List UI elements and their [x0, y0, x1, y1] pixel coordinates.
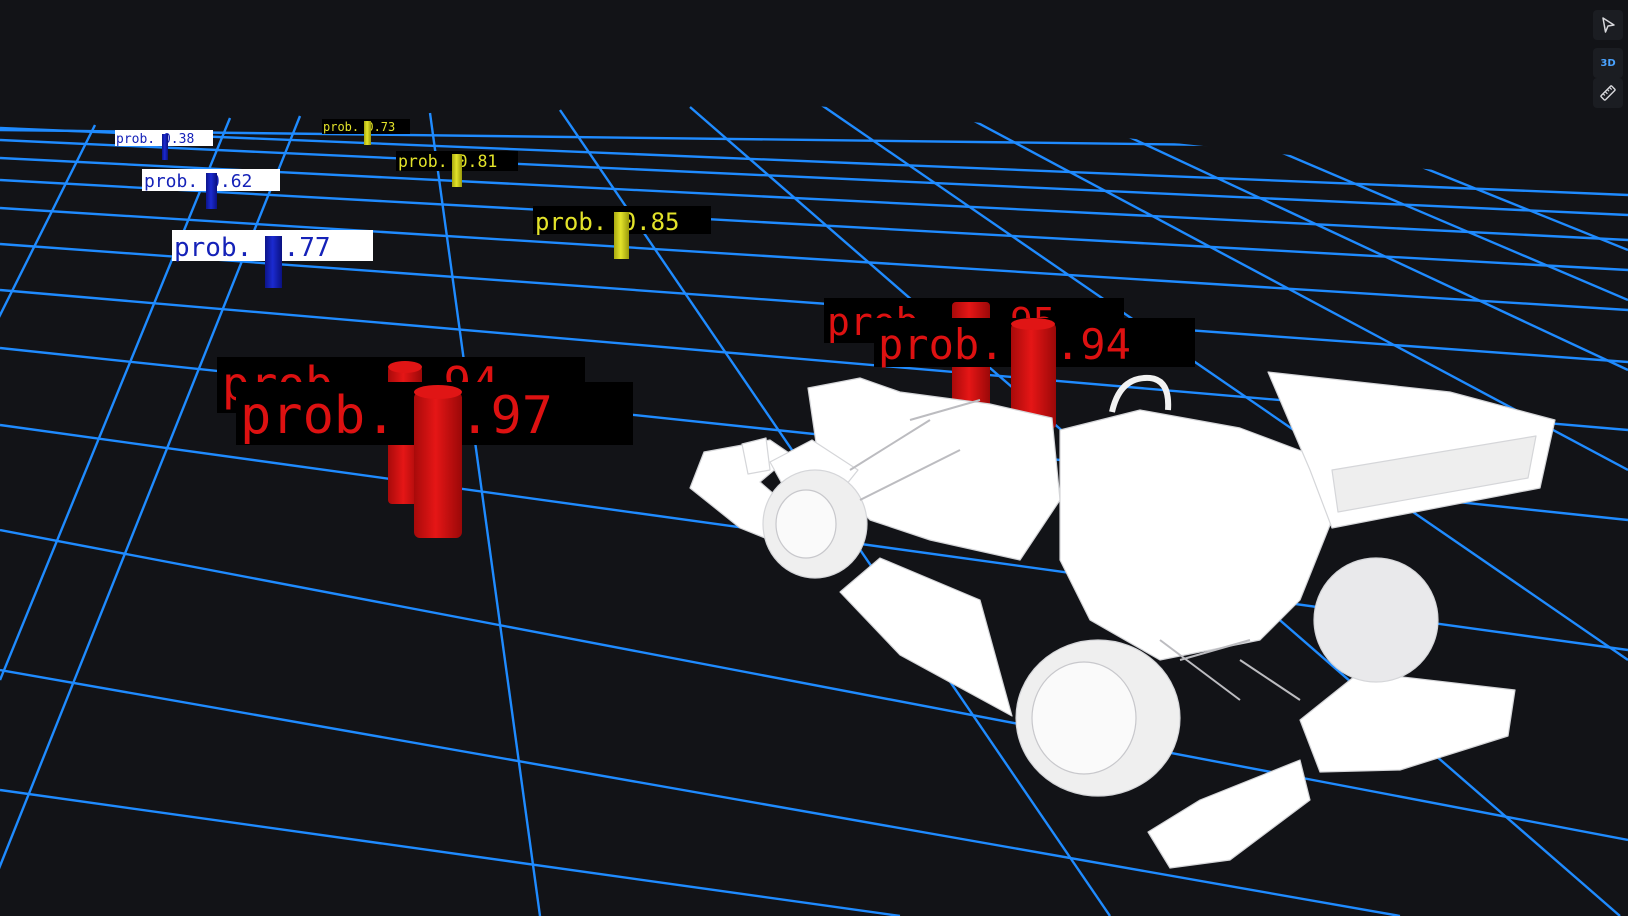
measure-tool-button[interactable] — [1593, 78, 1623, 108]
red-cone-marker-top — [388, 361, 422, 373]
yellow-cone-marker — [364, 121, 371, 145]
detection-label: prob. 0.73 — [323, 120, 395, 134]
rear-floor — [1147, 759, 1311, 869]
yellow-cone-marker — [614, 212, 629, 259]
blue-cone-marker — [265, 236, 282, 288]
detection-label: prob. 0.97 — [240, 386, 553, 446]
wheel-front-left-rim — [775, 489, 837, 559]
sidepod — [1059, 409, 1333, 661]
detection-label: prob. 0.81 — [398, 152, 497, 171]
detection-marker[interactable]: prob. 0.38 — [115, 130, 213, 160]
grid-line — [0, 788, 901, 916]
diffuser — [1299, 671, 1516, 773]
grid-line — [0, 668, 1401, 916]
cursor-arrow-icon — [1602, 17, 1615, 33]
detection-label: prob. 0.62 — [144, 171, 252, 192]
undertray — [839, 557, 1013, 717]
detection-marker[interactable]: prob. 0.81 — [396, 151, 518, 187]
view-mode-3d-button[interactable]: 3D — [1593, 48, 1623, 78]
grid-line — [0, 117, 232, 681]
detection-label: prob. 0.77 — [174, 233, 331, 263]
red-cone-marker-top — [1011, 318, 1055, 330]
roll-hoop — [1109, 374, 1172, 413]
view-mode-label: 3D — [1600, 57, 1616, 69]
detection-marker[interactable]: prob. 0.77 — [172, 230, 373, 288]
blue-cone-marker — [162, 134, 168, 160]
red-cone-marker — [414, 392, 462, 538]
detection-marker[interactable]: prob. 0.97 — [236, 382, 633, 538]
yellow-cone-marker — [452, 154, 462, 187]
grid-line — [0, 128, 1628, 152]
select-tool-button[interactable] — [1593, 10, 1623, 40]
race-car-model[interactable] — [689, 371, 1556, 869]
viewer-toolbar: 3D — [1588, 0, 1628, 916]
wheel-rear-right — [1313, 557, 1439, 683]
detection-label: prob. 0.38 — [116, 132, 194, 147]
ruler-icon — [1600, 85, 1616, 101]
detection-marker[interactable]: prob. 0.62 — [142, 169, 280, 209]
3d-viewport[interactable]: prob. 0.38 prob. 0.62 prob. 0.77 prob. 0… — [0, 0, 1628, 916]
wheel-rear-left-rim — [1031, 661, 1137, 775]
scene-canvas[interactable]: prob. 0.38 prob. 0.62 prob. 0.77 prob. 0… — [0, 0, 1628, 916]
red-cone-marker-top — [414, 385, 462, 399]
blue-cone-marker — [206, 173, 217, 209]
detection-label: prob. 0.85 — [535, 208, 680, 236]
detection-label: prob. 0.94 — [878, 320, 1131, 369]
